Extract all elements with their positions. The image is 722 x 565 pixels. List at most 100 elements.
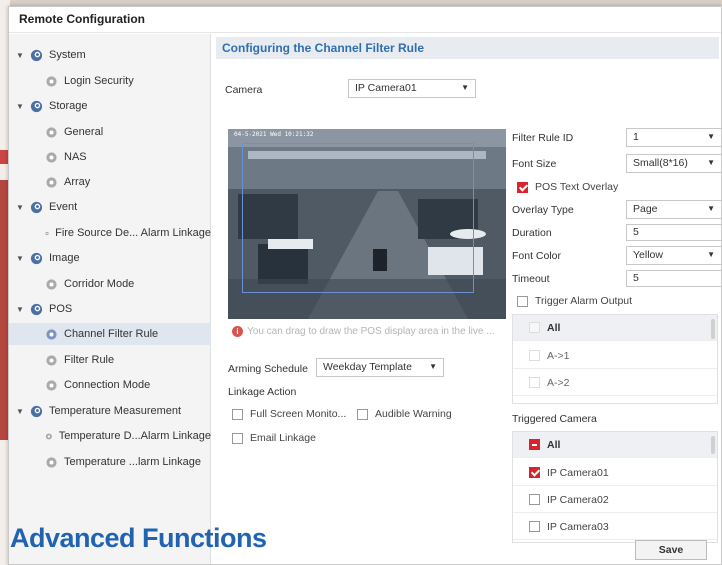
checkbox-checked-icon[interactable] [517, 181, 528, 193]
list-item[interactable]: IP Camera01 [513, 460, 717, 486]
full-screen-monitoring-checkbox[interactable]: Full Screen Monito... [232, 408, 346, 420]
tree-item-login-security[interactable]: Login Security [9, 70, 211, 92]
tree-item-label: Storage [49, 100, 88, 112]
video-timestamp: 04-5-2021 Wed 10:21:32 [234, 131, 314, 138]
linkage-action-label: Linkage Action [228, 386, 297, 398]
list-item[interactable]: A->2 [513, 370, 717, 396]
tree-item-event[interactable]: ▼ Event [9, 196, 211, 218]
trigger-alarm-output-checkbox[interactable]: Trigger Alarm Output [517, 295, 632, 307]
checkbox-label: Trigger Alarm Output [535, 295, 633, 307]
tree-item-label: General [64, 126, 104, 138]
gear-icon [46, 354, 57, 366]
all-checkbox[interactable]: All [529, 439, 560, 451]
camera-select[interactable]: IP Camera01 ▼ [348, 79, 476, 98]
tree-item-connection-mode[interactable]: Connection Mode [9, 374, 211, 396]
tree-item-temperature-alarm-linkage[interactable]: Temperature ...larm Linkage [9, 451, 211, 473]
pos-display-area[interactable] [242, 143, 474, 293]
expand-arrow-icon[interactable]: ▼ [16, 407, 24, 416]
list-item[interactable]: IP Camera02 [513, 487, 717, 513]
tree-item-label: System [49, 49, 86, 61]
tree-item-image[interactable]: ▼ Image [9, 247, 211, 269]
tree-item-temperature-measurement[interactable]: ▼ Temperature Measurement [9, 400, 211, 422]
all-checkbox[interactable]: All [529, 322, 560, 334]
gear-group-icon [30, 100, 43, 112]
audible-warning-checkbox[interactable]: Audible Warning [357, 408, 452, 420]
tree-item-storage[interactable]: ▼ Storage [9, 95, 211, 117]
tree-item-label: POS [49, 303, 73, 315]
list-item-label: All [547, 438, 561, 451]
tree-item-label: Temperature D...Alarm Linkage [58, 430, 211, 442]
overlay-type-label: Overlay Type [512, 204, 574, 216]
alarm-output-checkbox[interactable]: A->2 [529, 377, 569, 389]
filter-rule-id-select[interactable]: 1 ▼ [626, 128, 721, 147]
tree-item-label: Channel Filter Rule [64, 328, 159, 340]
gear-group-icon [30, 201, 43, 213]
checkbox-label: Audible Warning [375, 408, 452, 420]
checkbox-partial-icon[interactable] [529, 439, 540, 450]
gear-icon [46, 151, 57, 163]
list-item[interactable]: IP Camera03 [513, 514, 717, 540]
arming-schedule-label: Arming Schedule [228, 363, 308, 375]
checkbox-icon[interactable] [232, 408, 243, 420]
checkbox-icon[interactable] [529, 350, 540, 361]
tree-item-channel-filter-rule[interactable]: Channel Filter Rule [9, 323, 211, 345]
list-item[interactable]: A->1 [513, 343, 717, 369]
checkbox-icon[interactable] [529, 521, 540, 532]
checkbox-icon[interactable] [529, 494, 540, 505]
gear-icon [46, 126, 57, 138]
list-item-all[interactable]: All [513, 315, 717, 341]
live-view[interactable]: 04-5-2021 Wed 10:21:32 [228, 129, 506, 319]
chevron-down-icon: ▼ [707, 204, 715, 213]
alarm-output-list: All A->1 A->2 [512, 314, 718, 404]
expand-arrow-icon[interactable]: ▼ [16, 102, 24, 111]
tree-item-pos[interactable]: ▼ POS [9, 298, 211, 320]
pos-text-overlay-checkbox[interactable]: POS Text Overlay [517, 181, 618, 193]
font-color-value: Yellow [633, 249, 663, 261]
timeout-input[interactable]: 5 [626, 270, 721, 287]
tree-item-array[interactable]: Array [9, 171, 211, 193]
tree-item-system[interactable]: ▼ System [9, 44, 211, 66]
font-size-select[interactable]: Small(8*16) ▼ [626, 154, 721, 173]
tree-item-fire-source-alarm-linkage[interactable]: Fire Source De... Alarm Linkage [9, 222, 211, 244]
tree-item-general[interactable]: General [9, 121, 211, 143]
font-color-label: Font Color [512, 250, 562, 262]
gear-icon [46, 379, 57, 391]
section-title: Configuring the Channel Filter Rule [216, 37, 719, 59]
tree-item-filter-rule[interactable]: Filter Rule [9, 349, 211, 371]
save-button[interactable]: Save [635, 540, 707, 560]
expand-arrow-icon[interactable]: ▼ [16, 305, 24, 314]
overlay-type-select[interactable]: Page ▼ [626, 200, 721, 219]
tree-item-corridor-mode[interactable]: Corridor Mode [9, 273, 211, 295]
checkbox-icon[interactable] [529, 377, 540, 388]
checkbox-icon[interactable] [517, 295, 528, 307]
font-size-label: Font Size [512, 158, 557, 170]
tree-item-label: Corridor Mode [64, 278, 135, 290]
checkbox-icon[interactable] [232, 432, 243, 444]
tree-item-temperature-d-alarm-linkage[interactable]: Temperature D...Alarm Linkage [9, 425, 211, 447]
list-item-all[interactable]: All [513, 432, 717, 458]
camera-checkbox[interactable]: IP Camera03 [529, 521, 609, 533]
camera-checkbox[interactable]: IP Camera01 [529, 467, 609, 479]
alarm-output-checkbox[interactable]: A->1 [529, 350, 569, 362]
expand-arrow-icon[interactable]: ▼ [16, 51, 24, 60]
checkbox-icon[interactable] [529, 322, 540, 333]
checkbox-checked-icon[interactable] [529, 467, 540, 478]
checkbox-icon[interactable] [357, 408, 368, 420]
arming-schedule-select[interactable]: Weekday Template ▼ [316, 358, 444, 377]
expand-arrow-icon[interactable]: ▼ [16, 203, 24, 212]
font-size-value: Small(8*16) [633, 157, 688, 169]
expand-arrow-icon[interactable]: ▼ [16, 254, 24, 263]
camera-checkbox[interactable]: IP Camera02 [529, 494, 609, 506]
duration-input[interactable]: 5 [626, 224, 721, 241]
gear-icon [46, 456, 57, 468]
scrollbar[interactable] [711, 319, 715, 339]
tree-item-label: Array [64, 176, 91, 188]
email-linkage-checkbox[interactable]: Email Linkage [232, 432, 316, 444]
channel-filter-rule-panel: Configuring the Channel Filter Rule Came… [212, 34, 721, 564]
font-color-select[interactable]: Yellow ▼ [626, 246, 721, 265]
tree-item-nas[interactable]: NAS [9, 146, 211, 168]
checkbox-label: POS Text Overlay [535, 181, 619, 193]
info-icon: i [232, 326, 243, 337]
scrollbar[interactable] [711, 436, 715, 454]
tree-item-label: Temperature Measurement [49, 405, 182, 417]
